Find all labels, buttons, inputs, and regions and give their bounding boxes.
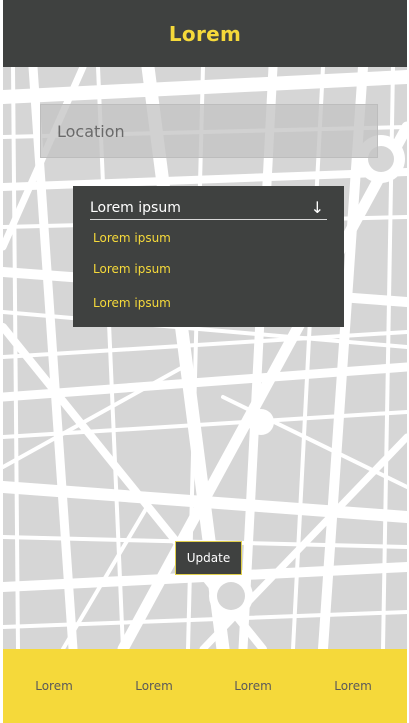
app-header: Lorem [3, 0, 407, 67]
dropdown-selected[interactable]: Lorem ipsum ↓ [90, 196, 327, 220]
dropdown-option[interactable]: Lorem ipsum [93, 262, 171, 276]
nav-item[interactable]: Lorem [218, 649, 288, 723]
dropdown-option[interactable]: Lorem ipsum [93, 296, 171, 310]
bottom-nav: Lorem Lorem Lorem Lorem [3, 649, 407, 723]
dropdown-option[interactable]: Lorem ipsum [93, 231, 171, 245]
nav-item[interactable]: Lorem [19, 649, 89, 723]
app-screen: Lorem Location Lorem ipsum ↓ Lorem ipsum… [3, 0, 407, 723]
nav-item[interactable]: Lorem [318, 649, 388, 723]
arrow-down-icon[interactable]: ↓ [311, 199, 324, 216]
update-button[interactable]: Update [175, 541, 242, 575]
dropdown-menu: Lorem ipsum ↓ Lorem ipsum Lorem ipsum Lo… [73, 186, 344, 327]
dropdown-selected-label: Lorem ipsum [90, 199, 181, 216]
nav-item[interactable]: Lorem [119, 649, 189, 723]
app-title: Lorem [168, 21, 242, 46]
location-input[interactable]: Location [40, 104, 378, 158]
